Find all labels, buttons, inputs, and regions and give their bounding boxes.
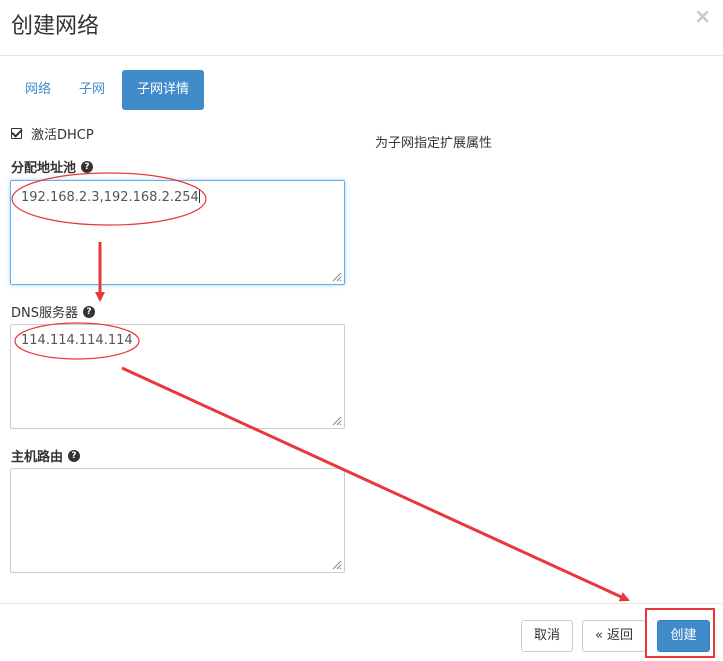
- allocation-pools-value: 192.168.2.3,192.168.2.254: [21, 190, 199, 205]
- text-cursor: [198, 189, 200, 203]
- tab-bar: 网络 子网 子网详情: [11, 70, 205, 110]
- close-icon[interactable]: ×: [694, 4, 711, 28]
- help-icon[interactable]: ?: [81, 160, 94, 173]
- host-routes-field[interactable]: [10, 468, 345, 573]
- cancel-button[interactable]: 取消: [521, 620, 573, 652]
- dns-servers-label-text: DNS服务器: [11, 306, 78, 321]
- allocation-pools-field[interactable]: 192.168.2.3,192.168.2.254: [10, 180, 345, 285]
- resize-grip-icon[interactable]: [330, 558, 342, 570]
- tab-subnet-details[interactable]: 子网详情: [122, 70, 205, 110]
- dialog-header: 创建网络 ×: [0, 0, 723, 56]
- back-button[interactable]: « 返回: [582, 620, 646, 652]
- help-icon[interactable]: ?: [68, 449, 81, 462]
- checkbox-checked-icon[interactable]: [11, 128, 22, 139]
- host-routes-label-text: 主机路由: [11, 450, 64, 465]
- allocation-pools-label-text: 分配地址池: [11, 161, 77, 176]
- dns-servers-field[interactable]: 114.114.114.114: [10, 324, 345, 429]
- help-icon[interactable]: ?: [83, 305, 95, 318]
- create-button[interactable]: 创建: [657, 620, 710, 652]
- resize-grip-icon[interactable]: [330, 270, 342, 282]
- host-routes-label: 主机路由 ?: [11, 446, 81, 465]
- dns-servers-value: 114.114.114.114: [21, 333, 133, 348]
- dhcp-checkbox-row[interactable]: 激活DHCP: [11, 124, 94, 143]
- tab-network[interactable]: 网络: [11, 70, 65, 110]
- dhcp-label: 激活DHCP: [31, 128, 94, 143]
- side-help-text: 为子网指定扩展属性: [375, 136, 493, 151]
- tab-subnet[interactable]: 子网: [65, 70, 119, 110]
- resize-grip-icon[interactable]: [330, 414, 342, 426]
- dialog-footer: 取消 « 返回 创建: [0, 603, 723, 661]
- allocation-pools-label: 分配地址池 ?: [11, 157, 94, 176]
- dns-servers-label: DNS服务器 ?: [11, 302, 95, 321]
- dialog-title: 创建网络: [11, 14, 100, 39]
